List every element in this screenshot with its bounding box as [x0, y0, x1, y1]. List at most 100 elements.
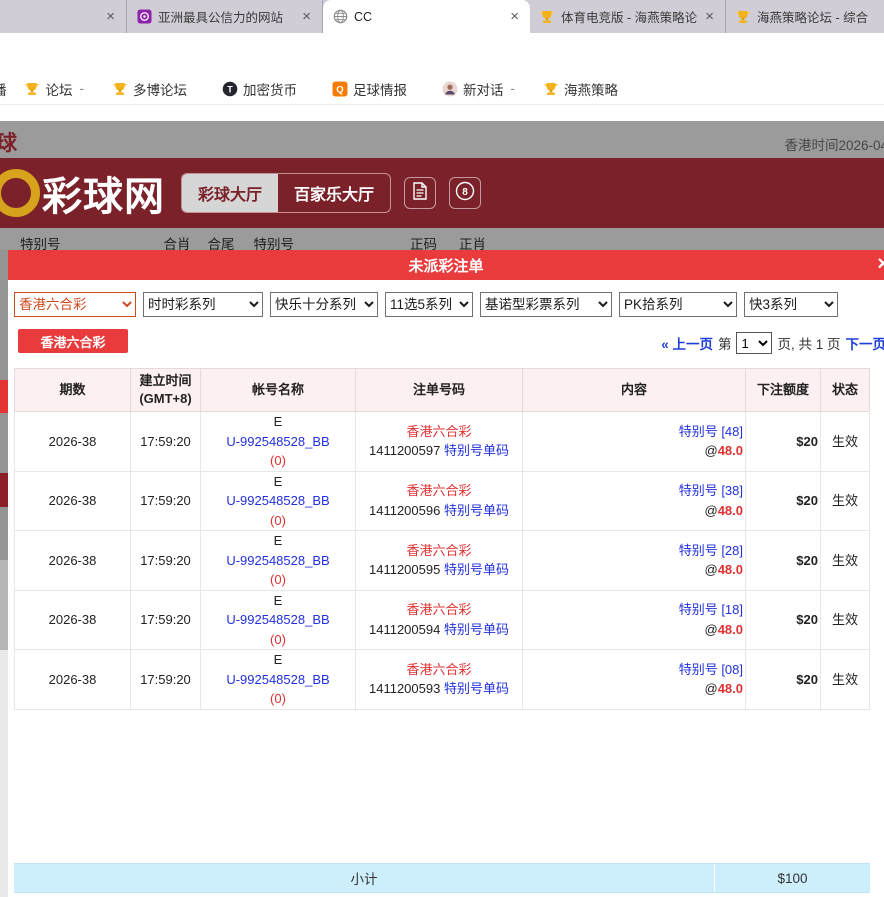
content-cell: 特别号 [08] @48.0	[523, 650, 746, 710]
created-time-cell: 17:59:20	[131, 412, 201, 472]
column-header: 内容	[523, 369, 746, 412]
amount-cell: $20	[746, 471, 821, 531]
ticket-game: 香港六合彩	[358, 541, 520, 561]
content-cell: 特别号 [18] @48.0	[523, 590, 746, 650]
hk-mark-six-button[interactable]: 香港六合彩	[18, 329, 128, 353]
created-time-cell: 17:59:20	[131, 531, 201, 591]
tab-close-icon[interactable]: ×	[104, 9, 117, 24]
close-icon[interactable]: ×	[877, 254, 884, 274]
at-sign: @	[704, 622, 717, 637]
hongkong-time: 香港时间2026-04	[784, 134, 884, 154]
lottery-series-select[interactable]: 快3系列	[744, 292, 838, 317]
trophy-icon	[111, 80, 128, 97]
bookmark-suffix: -	[80, 81, 85, 96]
lottery-series-select[interactable]: 香港六合彩	[14, 292, 136, 317]
bookmark-item[interactable]: T 加密货币	[221, 79, 304, 99]
logo-ring-icon	[0, 169, 40, 217]
bet-detail-link[interactable]: 特别号 [28]	[525, 541, 743, 561]
ticket-type-link[interactable]: 特别号单码	[444, 622, 509, 637]
content-cell: 特别号 [28] @48.0	[523, 531, 746, 591]
report-button[interactable]	[404, 177, 436, 209]
bookmark-item[interactable]: 论坛 -	[24, 79, 85, 99]
bet-detail-link[interactable]: 特别号 [18]	[525, 600, 743, 620]
account-link[interactable]: U-992548528_BB	[203, 610, 353, 630]
at-sign: @	[704, 503, 717, 518]
time-band: 球 香港时间2026-04	[0, 121, 884, 158]
browser-tab[interactable]: 海燕策略论坛 - 综合 ×	[726, 0, 884, 33]
tab-title: 体育电竞版 - 海燕策略论坛	[561, 7, 697, 26]
bookmark-item[interactable]: 海燕策略	[542, 79, 625, 99]
ticket-number: 1411200596	[369, 503, 440, 518]
page-select[interactable]: 1	[736, 332, 772, 354]
subtotal-value: $100	[714, 864, 870, 892]
prev-page-link[interactable]: « 上一页	[661, 333, 713, 353]
trophy-icon	[24, 80, 41, 97]
ticket-type-link[interactable]: 特别号单码	[444, 443, 509, 458]
svg-text:Q: Q	[336, 84, 343, 95]
unsettled-bets-modal: 未派彩注单 × 香港六合彩 时时彩系列 快乐十分系列 11选5系列 基诺型彩票系…	[8, 250, 884, 897]
account-type: E	[203, 531, 353, 551]
lottery-series-select[interactable]: 基诺型彩票系列	[480, 292, 612, 317]
browser-tab[interactable]: 体育电竞版 - 海燕策略论坛 ×	[530, 0, 726, 33]
account-link[interactable]: U-992548528_BB	[203, 491, 353, 511]
amount-cell: $20	[746, 531, 821, 591]
ticket-game: 香港六合彩	[358, 422, 520, 442]
bookmark-item[interactable]: 播	[0, 79, 14, 99]
ticket-type-link[interactable]: 特别号单码	[444, 681, 509, 696]
tab-close-icon[interactable]: ×	[300, 9, 313, 24]
column-header: 期数	[15, 369, 131, 412]
account-count: (0)	[203, 630, 353, 650]
table-row: 2026-38 17:59:20 E U-992548528_BB (0) 香港…	[15, 471, 870, 531]
period-cell: 2026-38	[15, 412, 131, 472]
purple-icon	[136, 9, 152, 25]
at-sign: @	[704, 443, 717, 458]
ticket-game: 香港六合彩	[358, 481, 520, 501]
subtotal-bar: 小计 $100	[14, 863, 870, 893]
lottery-series-select[interactable]: 11选5系列	[385, 292, 473, 317]
browser-tab[interactable]: 亚洲最具公信力的网站 ×	[127, 0, 323, 33]
column-header: 帐号名称	[201, 369, 356, 412]
ticket-number: 1411200597	[369, 443, 440, 458]
modal-titlebar: 未派彩注单 ×	[8, 250, 884, 280]
lottery-series-select[interactable]: PK拾系列	[619, 292, 737, 317]
browser-tab[interactable]: om ×	[0, 0, 127, 33]
tab-close-icon[interactable]: ×	[703, 9, 716, 24]
bookmark-item[interactable]: Q 足球情报	[331, 79, 414, 99]
account-link[interactable]: U-992548528_BB	[203, 670, 353, 690]
account-count: (0)	[203, 689, 353, 709]
odds-value: 48.0	[718, 622, 743, 637]
bet-detail-link[interactable]: 特别号 [08]	[525, 660, 743, 680]
q-icon: Q	[331, 80, 348, 97]
browser-tab[interactable]: CC ×	[323, 0, 530, 33]
hall-nav: 彩球大厅 百家乐大厅	[181, 173, 391, 213]
pagination: « 上一页 第 1 页, 共 1 页 下一页	[661, 332, 884, 354]
tab-close-icon[interactable]: ×	[508, 9, 521, 24]
ticket-type-link[interactable]: 特别号单码	[444, 562, 509, 577]
account-type: E	[203, 591, 353, 611]
created-time-cell: 17:59:20	[131, 471, 201, 531]
hall-nav-item[interactable]: 彩球大厅	[182, 174, 278, 212]
ticket-cell: 香港六合彩 1411200595 特别号单码	[356, 531, 523, 591]
account-link[interactable]: U-992548528_BB	[203, 551, 353, 571]
bet-detail-link[interactable]: 特别号 [48]	[525, 422, 743, 442]
content-cell: 特别号 [48] @48.0	[523, 412, 746, 472]
ticket-game: 香港六合彩	[358, 600, 520, 620]
ticket-type-link[interactable]: 特别号单码	[444, 503, 509, 518]
account-link[interactable]: U-992548528_BB	[203, 432, 353, 452]
lottery-series-select[interactable]: 快乐十分系列	[270, 292, 378, 317]
period-cell: 2026-38	[15, 531, 131, 591]
bookmark-item[interactable]: 新对话 -	[441, 79, 515, 99]
bet-detail-link[interactable]: 特别号 [38]	[525, 481, 743, 501]
document-icon	[412, 182, 428, 205]
table-header-row: 期数 建立时间 (GMT+8) 帐号名称 注单号码	[15, 369, 870, 412]
hall-nav-item[interactable]: 百家乐大厅	[278, 174, 390, 212]
browser-tab-bar: om × 亚洲最具公信力的网站 × CC × 体育电竞版 - 海燕策略论坛 × …	[0, 0, 884, 33]
created-time-cell: 17:59:20	[131, 590, 201, 650]
account-cell: E U-992548528_BB (0)	[201, 531, 356, 591]
table-row: 2026-38 17:59:20 E U-992548528_BB (0) 香港…	[15, 531, 870, 591]
lottery-ball-button[interactable]: 8	[449, 177, 481, 209]
amount-cell: $20	[746, 650, 821, 710]
bookmark-item[interactable]: 多博论坛	[111, 79, 194, 99]
next-page-link[interactable]: 下一页	[846, 333, 884, 353]
lottery-series-select[interactable]: 时时彩系列	[143, 292, 263, 317]
